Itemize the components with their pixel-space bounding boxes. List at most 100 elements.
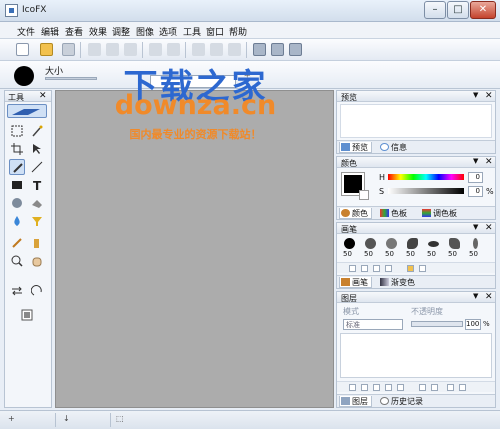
layer-bottom-icon[interactable] [459, 384, 466, 391]
maximize-button[interactable]: □ [447, 1, 469, 19]
drop-icon[interactable] [9, 213, 25, 229]
hand-icon[interactable] [29, 253, 45, 269]
brush-preset[interactable]: 50 [341, 236, 359, 260]
reset-colors-icon[interactable] [19, 307, 35, 323]
cut-icon[interactable] [88, 43, 101, 56]
layer-list[interactable] [340, 333, 492, 378]
move-layer-down-icon[interactable] [431, 384, 438, 391]
layers-title: 图层 [341, 294, 357, 303]
brush-close-icon[interactable]: ✕ [485, 223, 493, 233]
brush-preset[interactable]: 50 [404, 236, 422, 260]
layer-top-icon[interactable] [447, 384, 454, 391]
move-icon[interactable] [29, 141, 45, 157]
undo-icon[interactable] [149, 43, 162, 56]
new-file-icon[interactable] [16, 43, 29, 56]
pointer-tool[interactable] [7, 104, 47, 118]
preview-close-icon[interactable]: ✕ [485, 91, 493, 101]
export-icon[interactable] [228, 43, 241, 56]
tab-brush[interactable]: 画笔 [339, 277, 372, 288]
open-folder-icon[interactable] [40, 43, 53, 56]
brush-preset[interactable]: 50 [383, 236, 401, 260]
fill-icon[interactable] [9, 195, 25, 211]
delete-layer-icon[interactable] [397, 384, 404, 391]
menu-view[interactable]: 查看 [65, 25, 83, 38]
copy-brush-icon[interactable] [361, 265, 368, 272]
tab-layers[interactable]: 图层 [339, 396, 372, 407]
airbrush-icon[interactable] [29, 235, 45, 251]
brush-preset[interactable]: 50 [467, 236, 485, 260]
canvas-area[interactable]: 下载之家 downza.cn 国内最专业的资源下载站！ [55, 67, 334, 408]
brush-preset[interactable]: 50 [362, 236, 380, 260]
close-button[interactable]: ✕ [470, 1, 496, 19]
minimize-button[interactable]: – [424, 1, 446, 19]
menu-window[interactable]: 窗口 [206, 25, 224, 38]
palette-icon [341, 209, 350, 217]
redo-icon[interactable] [167, 43, 180, 56]
tab-info[interactable]: 信息 [379, 142, 407, 153]
menu-help[interactable]: 帮助 [229, 25, 247, 38]
tab-color[interactable]: 颜色 [339, 208, 372, 219]
zoom-icon[interactable] [271, 43, 284, 56]
tab-swatches[interactable]: 色板 [379, 208, 407, 219]
brush-icon[interactable] [9, 235, 25, 251]
blend-mode-select[interactable]: 标准 [343, 319, 403, 330]
tools-close-icon[interactable]: ✕ [39, 91, 47, 101]
color-close-icon[interactable]: ✕ [485, 157, 493, 167]
hue-slider[interactable] [388, 174, 464, 180]
hue-value[interactable]: 0 [468, 172, 483, 183]
open-brush-icon[interactable] [407, 265, 414, 272]
swap-arrows-icon[interactable] [9, 283, 25, 299]
paste-icon[interactable] [124, 43, 137, 56]
tab-palette[interactable]: 调色板 [421, 208, 457, 219]
menu-adjust[interactable]: 调整 [112, 25, 130, 38]
new-layer-icon[interactable] [349, 384, 356, 391]
menu-options[interactable]: 选项 [159, 25, 177, 38]
merge-layer-icon[interactable] [373, 384, 380, 391]
tab-gradient[interactable]: 渐变色 [379, 277, 415, 288]
menu-tools[interactable]: 工具 [183, 25, 201, 38]
edit-brush-icon[interactable] [373, 265, 380, 272]
new-brush-icon[interactable] [349, 265, 356, 272]
pencil-icon[interactable] [9, 159, 25, 175]
delete-brush-icon[interactable] [385, 265, 392, 272]
magic-wand-tool-icon[interactable] [29, 123, 45, 139]
crop-icon[interactable] [9, 141, 25, 157]
saturation-unit: % [486, 187, 494, 196]
windows-icon[interactable] [289, 43, 302, 56]
tab-preview[interactable]: 预览 [339, 142, 372, 153]
line-icon[interactable] [29, 159, 45, 175]
pin-icon[interactable]: ▼ [473, 292, 478, 300]
menu-file[interactable]: 文件 [17, 25, 35, 38]
move-layer-up-icon[interactable] [419, 384, 426, 391]
image-icon[interactable] [192, 43, 205, 56]
text-icon[interactable]: T [29, 177, 45, 193]
opacity-value[interactable]: 100 [465, 319, 481, 330]
pin-icon[interactable]: ▼ [473, 223, 478, 231]
rectangle-icon[interactable] [9, 177, 25, 193]
zoom-tool-icon[interactable] [9, 253, 25, 269]
menu-edit[interactable]: 编辑 [41, 25, 59, 38]
test-icon[interactable] [253, 43, 266, 56]
menu-effects[interactable]: 效果 [89, 25, 107, 38]
brush-preset[interactable]: 50 [446, 236, 464, 260]
saturation-value[interactable]: 0 [468, 186, 483, 197]
copy-icon[interactable] [106, 43, 119, 56]
opacity-slider[interactable] [411, 321, 463, 327]
tab-history[interactable]: 历史记录 [379, 396, 423, 407]
pin-icon[interactable]: ▼ [473, 91, 478, 99]
brush-preset[interactable]: 50 [425, 236, 443, 260]
save-icon[interactable] [62, 43, 75, 56]
layers-close-icon[interactable]: ✕ [485, 292, 493, 302]
save-brush-icon[interactable] [419, 265, 426, 272]
rotate-icon[interactable] [29, 283, 45, 299]
duplicate-layer-icon[interactable] [361, 384, 368, 391]
pin-icon[interactable]: ▼ [473, 157, 478, 165]
layer-properties-icon[interactable] [385, 384, 392, 391]
eraser-icon[interactable] [29, 195, 45, 211]
funnel-icon[interactable] [29, 213, 45, 229]
select-rect-icon[interactable] [9, 123, 25, 139]
saturation-slider[interactable] [388, 188, 464, 194]
secondary-color-swatch[interactable] [359, 190, 369, 200]
extract-icon[interactable] [210, 43, 223, 56]
menu-image[interactable]: 图像 [136, 25, 154, 38]
